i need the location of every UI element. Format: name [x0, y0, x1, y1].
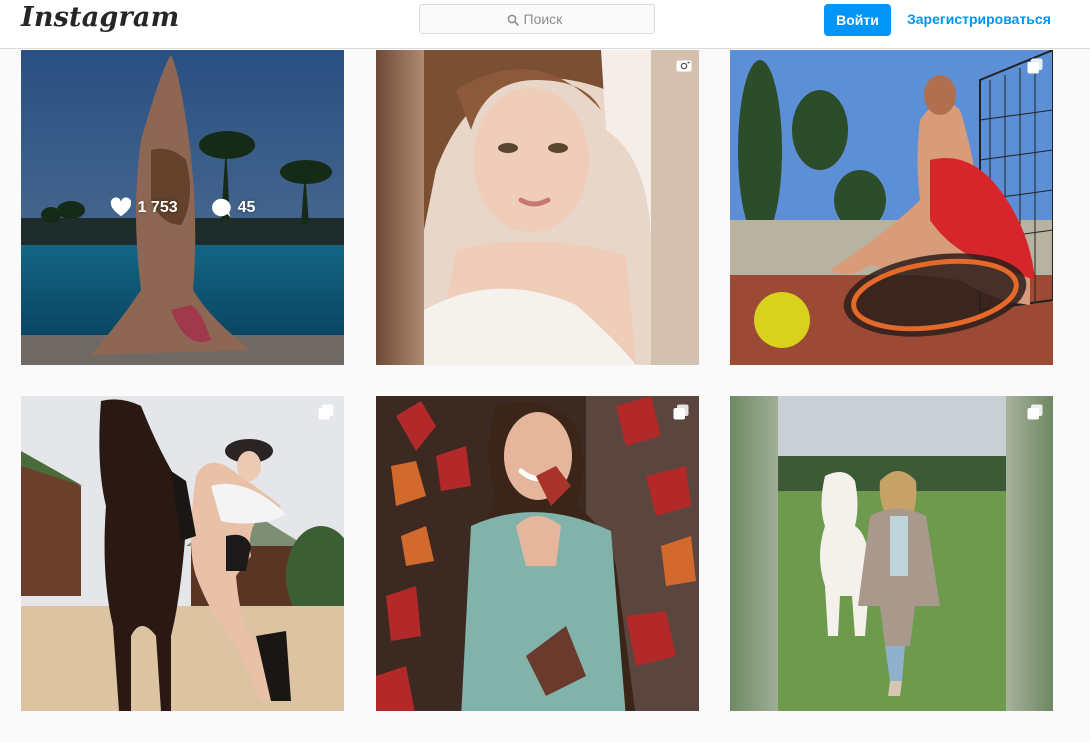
post-image-alpaca: [730, 396, 1053, 711]
video-icon: [673, 58, 692, 74]
carousel-icon: [1027, 58, 1043, 74]
post-image-portrait: [376, 50, 699, 365]
comment-icon: [211, 198, 231, 217]
likes-count: 1 753: [137, 198, 178, 216]
login-button[interactable]: Войти: [824, 4, 891, 36]
carousel-icon: [318, 404, 334, 420]
top-navigation-bar: Instagram Войти Зарегистрироваться: [0, 0, 1090, 49]
post-thumbnail[interactable]: [730, 50, 1053, 365]
comments-stat: 45: [210, 197, 256, 219]
post-thumbnail[interactable]: [730, 396, 1053, 711]
signup-link[interactable]: Зарегистрироваться: [907, 11, 1051, 27]
post-thumbnail[interactable]: 1 753 45: [21, 50, 344, 365]
post-thumbnail[interactable]: [376, 396, 699, 711]
carousel-icon: [673, 404, 689, 420]
hover-stats-overlay: 1 753 45: [21, 50, 344, 365]
search-input[interactable]: [523, 11, 568, 27]
carousel-icon: [1027, 404, 1043, 420]
likes-stat: 1 753: [110, 196, 178, 219]
comments-count: 45: [237, 198, 256, 216]
search-icon: [507, 13, 519, 26]
post-thumbnail[interactable]: [376, 50, 699, 365]
post-image-horse: [21, 396, 344, 711]
search-box[interactable]: [419, 4, 655, 34]
post-image-tennis: [730, 50, 1053, 365]
instagram-logo[interactable]: Instagram: [21, 2, 179, 33]
post-thumbnail[interactable]: [21, 396, 344, 711]
post-image-autumn: [376, 396, 699, 711]
heart-icon: [110, 196, 131, 216]
